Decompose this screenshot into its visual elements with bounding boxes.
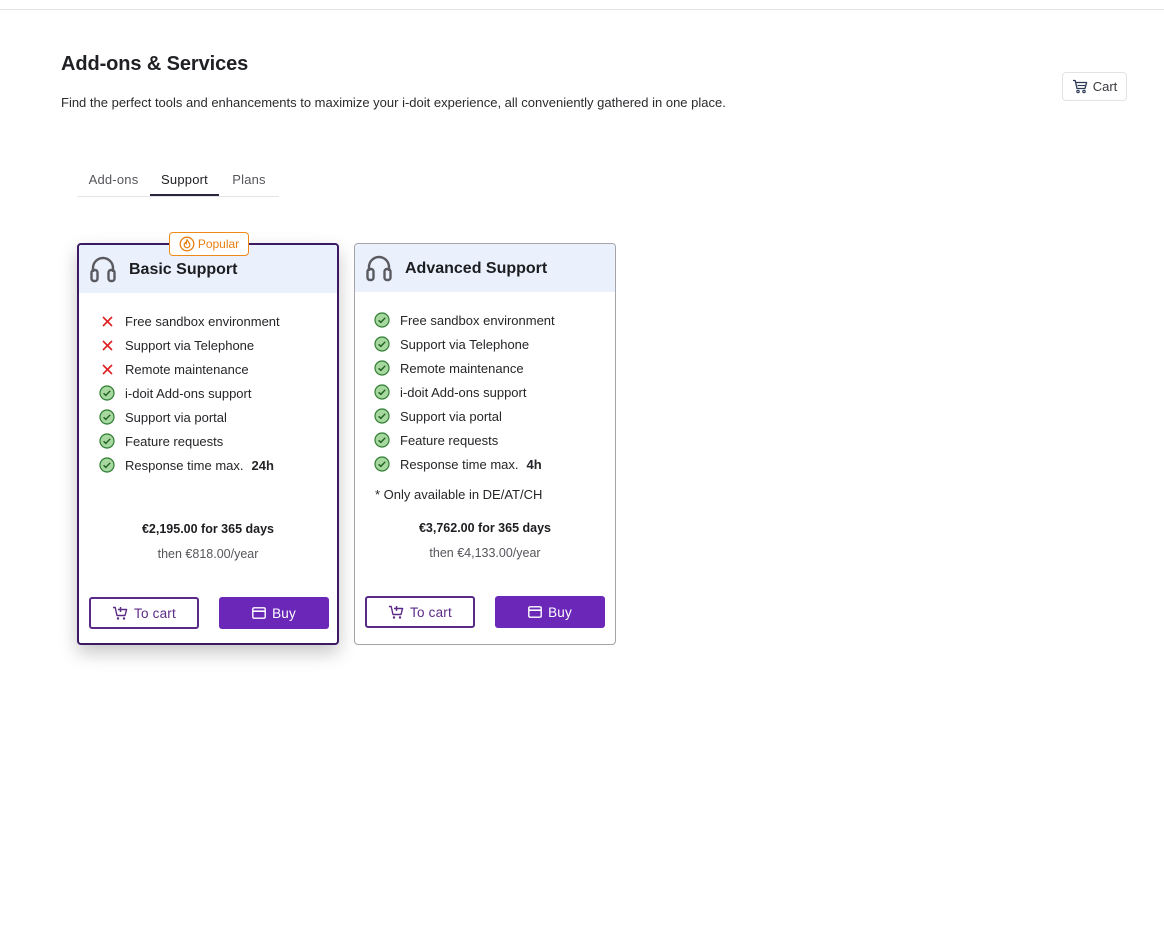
price: €2,195.00 for 365 days — [141, 522, 275, 536]
list-item: Support via Telephone — [99, 333, 280, 357]
buy-label: Buy — [548, 604, 572, 620]
response-time-value: 24h — [251, 457, 274, 473]
headset-icon — [365, 254, 393, 289]
feature-label: Free sandbox environment — [125, 313, 280, 329]
list-item: Support via portal — [99, 405, 280, 429]
headset-icon — [89, 255, 117, 290]
check-circle-icon — [99, 457, 115, 473]
list-item: Support via Telephone — [374, 332, 555, 356]
feature-label: Feature requests — [400, 432, 499, 448]
popular-badge: Popular — [169, 232, 249, 256]
add-to-cart-icon — [388, 605, 404, 620]
to-cart-label: To cart — [134, 605, 176, 621]
list-item: i-doit Add-ons support — [99, 381, 280, 405]
cross-icon — [99, 337, 115, 353]
check-circle-icon — [99, 433, 115, 449]
list-item: Feature requests — [374, 428, 555, 452]
card-title: Basic Support — [129, 261, 238, 278]
advanced-support-card: Advanced Support Free sandbox environmen… — [354, 243, 616, 645]
check-circle-icon — [374, 360, 390, 376]
list-item: Support via portal — [374, 404, 555, 428]
list-item: Free sandbox environment — [99, 309, 280, 333]
add-to-cart-icon — [112, 606, 128, 621]
credit-card-icon — [252, 607, 266, 619]
buy-label: Buy — [272, 605, 296, 621]
basic-support-card: Basic Support Popular Free sandbox envir… — [77, 232, 339, 645]
cross-icon — [99, 361, 115, 377]
check-circle-icon — [374, 432, 390, 448]
popular-badge-label: Popular — [197, 237, 240, 251]
check-circle-icon — [99, 409, 115, 425]
feature-label: Remote maintenance — [400, 360, 524, 376]
to-cart-label: To cart — [410, 604, 452, 620]
feature-label: i-doit Add-ons support — [400, 384, 527, 400]
cross-icon — [99, 313, 115, 329]
feature-label: Support via Telephone — [125, 337, 255, 353]
check-circle-icon — [374, 408, 390, 424]
to-cart-button[interactable]: To cart — [89, 597, 199, 629]
response-time-value: 4h — [526, 456, 542, 472]
list-item: Remote maintenance — [374, 356, 555, 380]
to-cart-button[interactable]: To cart — [365, 596, 475, 628]
card-title: Advanced Support — [405, 260, 548, 277]
feature-label: Response time max. — [400, 456, 519, 472]
tab-bar: Add-ons Support Plans — [77, 164, 279, 197]
cart-button-label: Cart — [1092, 79, 1118, 94]
tab-plans[interactable]: Plans — [219, 164, 279, 195]
feature-label: Response time max. — [125, 457, 244, 473]
list-item: Remote maintenance — [99, 357, 280, 381]
top-bar — [0, 0, 1164, 10]
availability-note: * Only available in DE/AT/CH — [375, 487, 543, 502]
card-header: Advanced Support — [355, 244, 615, 292]
feature-label: Support via Telephone — [400, 336, 530, 352]
check-circle-icon — [374, 456, 390, 472]
renewal-price: then €4,133.00/year — [429, 546, 541, 560]
buy-button[interactable]: Buy — [219, 597, 329, 629]
check-circle-icon — [99, 385, 115, 401]
price: €3,762.00 for 365 days — [418, 521, 552, 535]
credit-card-icon — [528, 606, 542, 618]
renewal-price: then €818.00/year — [157, 547, 259, 561]
tab-support[interactable]: Support — [150, 164, 219, 196]
check-circle-icon — [374, 384, 390, 400]
feature-list: Free sandbox environment Support via Tel… — [99, 309, 280, 477]
cart-button[interactable]: Cart — [1062, 72, 1127, 101]
list-item: i-doit Add-ons support — [374, 380, 555, 404]
feature-label: Free sandbox environment — [400, 312, 555, 328]
flame-icon — [179, 236, 195, 252]
feature-label: Support via portal — [125, 409, 227, 425]
page-title: Add-ons & Services — [61, 53, 249, 75]
list-item: Feature requests — [99, 429, 280, 453]
tab-add-ons[interactable]: Add-ons — [77, 164, 150, 195]
feature-list: Free sandbox environment Support via Tel… — [374, 308, 555, 476]
feature-label: i-doit Add-ons support — [125, 385, 252, 401]
list-item: Response time max. 24h — [99, 453, 280, 477]
page-subtitle: Find the perfect tools and enhancements … — [61, 95, 726, 110]
check-circle-icon — [374, 312, 390, 328]
feature-label: Feature requests — [125, 433, 224, 449]
check-circle-icon — [374, 336, 390, 352]
list-item: Response time max. 4h — [374, 452, 555, 476]
cart-icon — [1072, 79, 1088, 94]
buy-button[interactable]: Buy — [495, 596, 605, 628]
list-item: Free sandbox environment — [374, 308, 555, 332]
feature-label: Support via portal — [400, 408, 502, 424]
feature-label: Remote maintenance — [125, 361, 249, 377]
